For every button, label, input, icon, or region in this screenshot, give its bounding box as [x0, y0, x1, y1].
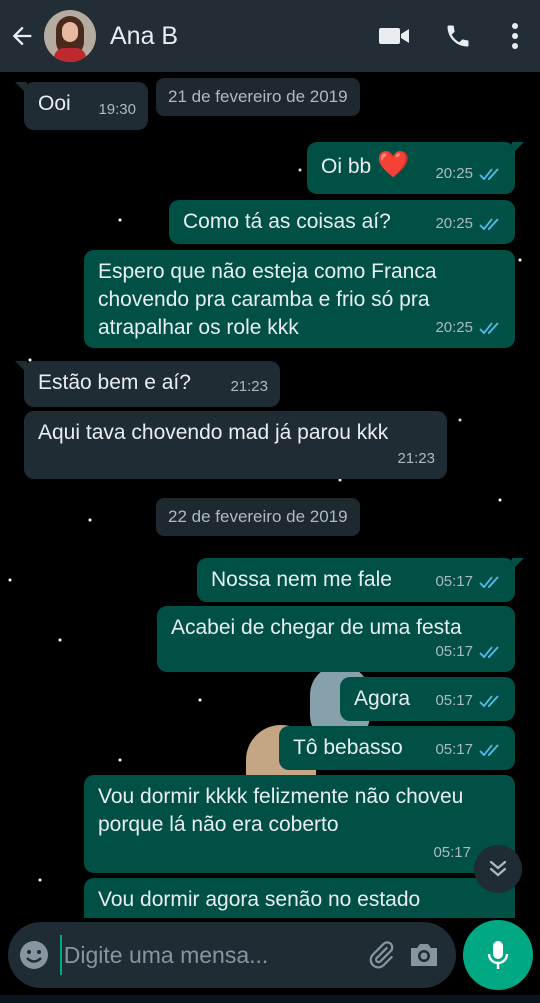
message-meta: 19:30	[98, 96, 136, 124]
message-meta: 05:17	[435, 568, 503, 596]
back-button[interactable]	[0, 0, 44, 72]
more-options-button[interactable]	[490, 0, 540, 72]
message-meta: 05:17	[435, 736, 503, 764]
voice-message-button[interactable]	[463, 920, 533, 990]
message-outgoing[interactable]: Tô bebasso 05:17	[279, 726, 515, 770]
read-ticks-icon	[479, 168, 499, 181]
message-text: Vou dormir kkkk felizmente não choveu po…	[98, 785, 464, 836]
message-input[interactable]	[59, 935, 360, 975]
date-separator: 22 de fevereiro de 2019	[156, 498, 360, 536]
message-time: 05:17	[435, 643, 473, 660]
message-time: 05:17	[435, 741, 473, 758]
attach-button[interactable]	[360, 922, 403, 988]
message-text: Agora	[354, 687, 411, 710]
mic-icon	[487, 941, 509, 969]
heart-emoji: ❤️	[377, 149, 410, 179]
read-ticks-icon	[479, 576, 499, 589]
message-text: Espero que não esteja como Franca choven…	[98, 260, 437, 339]
message-meta: 20:25	[435, 160, 503, 188]
attach-icon	[370, 941, 394, 969]
message-outgoing[interactable]: Oi bb ❤️ 20:25	[307, 142, 524, 194]
message-outgoing[interactable]: Espero que não esteja como Franca choven…	[84, 250, 515, 348]
message-time: 05:17	[435, 573, 473, 590]
message-outgoing[interactable]: Nossa nem me fale 05:17	[197, 558, 524, 602]
read-ticks-icon	[479, 646, 499, 659]
emoji-icon	[19, 941, 48, 969]
message-outgoing[interactable]: Como tá as coisas aí? 20:25	[169, 200, 515, 244]
message-text: Vou dormir agora senão no estado	[98, 888, 421, 911]
contact-avatar[interactable]	[44, 10, 96, 62]
message-time: 20:25	[435, 319, 473, 336]
read-ticks-icon	[479, 322, 499, 335]
message-text: Ooi	[38, 92, 71, 115]
date-text: 21 de fevereiro de 2019	[168, 87, 348, 106]
date-text: 22 de fevereiro de 2019	[168, 507, 348, 526]
chat-header: Ana B	[0, 0, 540, 72]
message-time: 20:25	[435, 215, 473, 232]
phone-icon	[447, 25, 469, 47]
message-composer	[8, 922, 456, 988]
message-text: Aqui tava chovendo mad já parou kkk	[38, 421, 389, 444]
message-time: 05:17	[433, 844, 471, 861]
message-text: Oi bb	[321, 155, 372, 178]
message-outgoing[interactable]: Agora 05:17	[340, 677, 515, 721]
system-nav-bar	[0, 995, 540, 1003]
read-ticks-icon	[479, 218, 499, 231]
message-outgoing[interactable]: Vou dormir agora senão no estado	[84, 878, 515, 918]
message-list[interactable]: Ooi 19:30 21 de fevereiro de 2019 Oi bb …	[0, 72, 540, 918]
message-meta: 05:17	[435, 638, 503, 666]
read-ticks-icon	[479, 744, 499, 757]
message-meta: 05:17	[433, 839, 471, 867]
camera-button[interactable]	[403, 922, 446, 988]
message-incoming[interactable]: Ooi 19:30	[15, 82, 148, 130]
message-text: Como tá as coisas aí?	[183, 210, 391, 233]
emoji-button[interactable]	[8, 922, 60, 988]
camera-icon	[411, 944, 438, 966]
message-incoming[interactable]: Estão bem e aí? 21:23	[15, 361, 280, 407]
double-chevron-down-icon	[489, 860, 507, 877]
message-meta: 21:23	[397, 445, 435, 473]
read-ticks-icon	[479, 695, 499, 708]
message-text: Estão bem e aí?	[38, 371, 191, 394]
message-outgoing[interactable]: Vou dormir kkkk felizmente não choveu po…	[84, 775, 515, 873]
contact-name[interactable]: Ana B	[110, 22, 362, 51]
message-time: 21:23	[397, 450, 435, 467]
message-incoming[interactable]: Aqui tava chovendo mad já parou kkk 21:2…	[24, 411, 447, 479]
message-text: Acabei de chegar de uma festa	[171, 616, 462, 639]
message-time: 20:25	[435, 165, 473, 182]
message-text: Tô bebasso	[293, 736, 403, 759]
back-arrow-icon	[12, 26, 32, 46]
more-vert-icon	[512, 23, 518, 49]
video-call-icon	[379, 28, 409, 44]
message-time: 21:23	[230, 378, 268, 395]
date-separator: 21 de fevereiro de 2019	[156, 78, 360, 116]
message-outgoing[interactable]: Acabei de chegar de uma festa 05:17	[157, 606, 515, 672]
message-text: Nossa nem me fale	[211, 568, 392, 591]
message-meta: 20:25	[435, 210, 503, 238]
message-meta: 05:17	[435, 687, 503, 715]
voice-call-button[interactable]	[426, 0, 490, 72]
scroll-to-bottom-button[interactable]	[474, 845, 522, 893]
video-call-button[interactable]	[362, 0, 426, 72]
message-meta: 20:25	[435, 314, 503, 342]
message-time: 19:30	[98, 101, 136, 118]
message-time: 05:17	[435, 692, 473, 709]
message-meta: 21:23	[230, 373, 268, 401]
